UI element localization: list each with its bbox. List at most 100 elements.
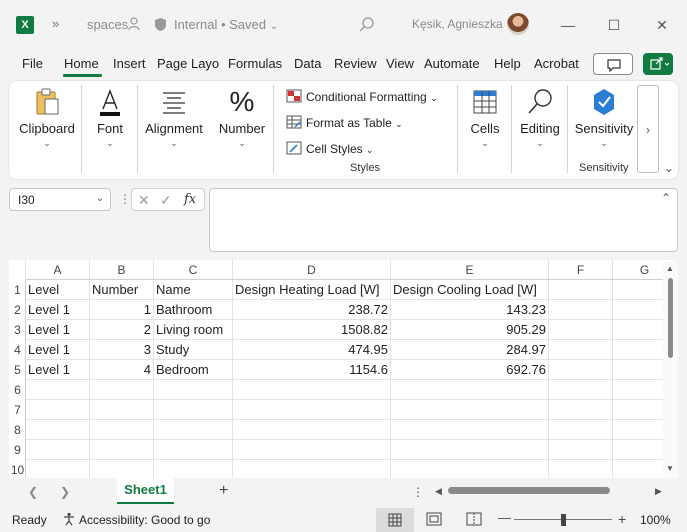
accessibility-status[interactable]: Accessibility: Good to go	[79, 513, 210, 527]
alignment-button[interactable]: Alignment ⌄	[143, 87, 205, 149]
normal-view-button[interactable]	[376, 508, 414, 532]
vertical-scrollbar[interactable]: ▲ ▼	[663, 262, 678, 478]
number-button[interactable]: % Number ⌄	[215, 87, 269, 149]
sheet-tab[interactable]: Sheet1	[117, 478, 174, 504]
table-cell[interactable]: 143.23	[391, 300, 548, 320]
file-name[interactable]: spaces	[87, 17, 128, 32]
row-header[interactable]: 8	[9, 420, 26, 440]
save-status[interactable]: Internal • Saved ⌄	[174, 17, 278, 32]
table-cell[interactable]: Bathroom	[154, 300, 232, 320]
table-cell[interactable]: Level 1	[26, 300, 89, 320]
menu-formulas[interactable]: Formulas	[228, 56, 282, 71]
menu-file[interactable]: File	[22, 56, 43, 71]
menu-data[interactable]: Data	[294, 56, 321, 71]
share-button[interactable]	[643, 53, 673, 75]
column-header-b[interactable]: B	[90, 260, 154, 280]
table-header-cell[interactable]: Number	[90, 280, 153, 300]
table-header-cell[interactable]: Design Cooling Load [W]	[391, 280, 548, 300]
table-cell[interactable]: 284.97	[391, 340, 548, 360]
column-header-c[interactable]: C	[154, 260, 233, 280]
table-header-cell[interactable]: Design Heating Load [W]	[233, 280, 390, 300]
scroll-up-icon[interactable]: ▲	[666, 264, 674, 273]
horizontal-scroll-thumb[interactable]	[448, 487, 610, 494]
table-cell[interactable]: Living room	[154, 320, 232, 340]
scroll-down-icon[interactable]: ▼	[666, 464, 674, 473]
table-cell[interactable]: 474.95	[233, 340, 390, 360]
zoom-in-icon[interactable]: +	[618, 511, 626, 527]
confirm-icon[interactable]: ✓	[160, 192, 172, 209]
table-cell[interactable]: 1154.6	[233, 360, 390, 380]
maximize-icon[interactable]: ☐	[600, 12, 628, 38]
menu-home[interactable]: Home	[64, 56, 99, 71]
row-header[interactable]: 5	[9, 360, 26, 380]
row-header[interactable]: 9	[9, 440, 26, 460]
column-header-e[interactable]: E	[391, 260, 549, 280]
sheet-options-icon[interactable]: ⋮	[412, 485, 424, 499]
table-cell[interactable]: 4	[90, 360, 153, 380]
column-header-a[interactable]: A	[26, 260, 90, 280]
menu-automate[interactable]: Automate	[424, 56, 480, 71]
menu-insert[interactable]: Insert	[113, 56, 146, 71]
table-cell[interactable]: Bedroom	[154, 360, 232, 380]
more-options-icon[interactable]: ⋮	[119, 192, 131, 206]
search-icon[interactable]	[358, 16, 376, 34]
chevron-up-icon[interactable]: ⌃	[661, 191, 671, 205]
scroll-left-icon[interactable]: ◀	[435, 486, 442, 497]
previous-sheet-icon[interactable]: ❮	[28, 485, 38, 499]
worksheet-grid[interactable]: A B C D E F G 1 2 3 4 5 6 7 8 9 10 Level…	[9, 260, 678, 478]
table-cell[interactable]: 2	[90, 320, 153, 340]
row-header[interactable]: 2	[9, 300, 26, 320]
minimize-icon[interactable]: —	[554, 12, 582, 38]
insert-function-icon[interactable]: fx	[184, 192, 196, 207]
comments-button[interactable]	[593, 53, 633, 75]
formula-input[interactable]: ⌃	[209, 188, 678, 252]
horizontal-scrollbar[interactable]	[446, 486, 652, 494]
row-header[interactable]: 7	[9, 400, 26, 420]
sensitivity-button[interactable]: Sensitivity ⌄	[573, 87, 635, 149]
table-cell[interactable]: 3	[90, 340, 153, 360]
add-sheet-icon[interactable]: +	[219, 482, 228, 500]
row-header[interactable]: 1	[9, 280, 26, 300]
table-cell[interactable]: Level 1	[26, 340, 89, 360]
menu-page-layout[interactable]: Page Layo	[157, 56, 219, 71]
cells-button[interactable]: Cells ⌄	[463, 87, 507, 149]
menu-acrobat[interactable]: Acrobat	[534, 56, 579, 71]
row-header[interactable]: 6	[9, 380, 26, 400]
table-cell[interactable]: Level 1	[26, 360, 89, 380]
table-cell[interactable]: 692.76	[391, 360, 548, 380]
column-header-d[interactable]: D	[233, 260, 391, 280]
clipboard-button[interactable]: Clipboard ⌄	[17, 87, 77, 149]
menu-view[interactable]: View	[386, 56, 414, 71]
table-cell[interactable]: 238.72	[233, 300, 390, 320]
table-cell[interactable]: 905.29	[391, 320, 548, 340]
row-header[interactable]: 10	[9, 460, 26, 478]
menu-help[interactable]: Help	[494, 56, 521, 71]
editing-button[interactable]: Editing ⌄	[517, 87, 563, 149]
column-header-f[interactable]: F	[549, 260, 613, 280]
name-box[interactable]: I30 ⌄	[9, 188, 111, 211]
quick-access-chevron-icon[interactable]: »	[52, 16, 59, 31]
zoom-out-icon[interactable]: —	[498, 510, 511, 525]
next-sheet-icon[interactable]: ❯	[60, 485, 70, 499]
zoom-level[interactable]: 100%	[640, 513, 671, 527]
table-cell[interactable]: Level 1	[26, 320, 89, 340]
menu-review[interactable]: Review	[334, 56, 377, 71]
cancel-icon[interactable]: ✕	[138, 192, 150, 209]
table-cell[interactable]: Study	[154, 340, 232, 360]
table-header-cell[interactable]: Level	[26, 280, 89, 300]
close-icon[interactable]: ✕	[648, 12, 676, 38]
font-button[interactable]: Font ⌄	[87, 87, 133, 149]
zoom-slider-thumb[interactable]	[561, 514, 566, 526]
format-as-table-button[interactable]: Format as Table ⌄	[286, 115, 403, 130]
conditional-formatting-button[interactable]: Conditional Formatting ⌄	[286, 89, 438, 104]
chevron-down-icon[interactable]: ⌄	[96, 193, 104, 204]
table-cell[interactable]: 1	[90, 300, 153, 320]
table-cell[interactable]: 1508.82	[233, 320, 390, 340]
row-header[interactable]: 3	[9, 320, 26, 340]
avatar[interactable]	[507, 13, 529, 35]
ribbon-collapse-icon[interactable]: ⌄	[664, 161, 674, 175]
row-header[interactable]: 4	[9, 340, 26, 360]
select-all-corner[interactable]	[9, 260, 26, 280]
table-header-cell[interactable]: Name	[154, 280, 232, 300]
page-layout-view-icon[interactable]	[426, 512, 442, 529]
